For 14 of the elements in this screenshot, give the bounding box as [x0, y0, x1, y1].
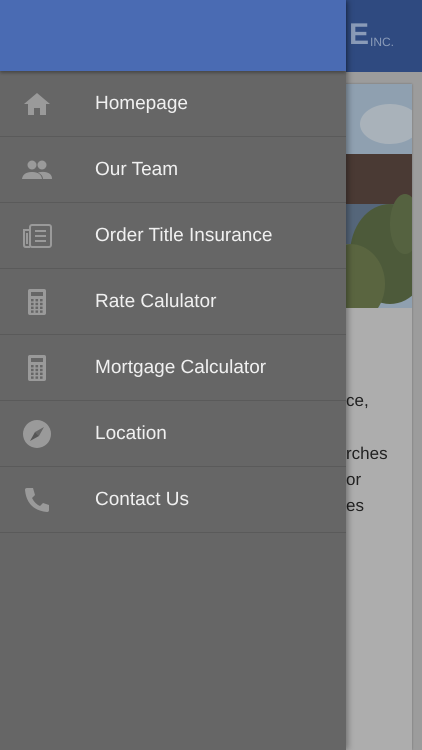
body-text-fragment: es: [346, 495, 365, 517]
drawer-item[interactable]: Homepage: [0, 71, 346, 137]
drawer-item[interactable]: Location: [0, 401, 346, 467]
logo-suffix: INC.: [370, 36, 394, 48]
body-text-fragment: rches: [346, 443, 388, 465]
body-text-fragment: ce,: [346, 390, 370, 412]
body-text-fragment: or: [346, 469, 362, 491]
drawer-item[interactable]: Order Title Insurance: [0, 203, 346, 269]
drawer-item[interactable]: Contact Us: [0, 467, 346, 533]
drawer-item[interactable]: Rate Calulator: [0, 269, 346, 335]
drawer-item[interactable]: Our Team: [0, 137, 346, 203]
compass-icon: [21, 418, 53, 450]
logo-letter: E: [349, 20, 370, 50]
drawer-item[interactable]: Mortgage Calculator: [0, 335, 346, 401]
